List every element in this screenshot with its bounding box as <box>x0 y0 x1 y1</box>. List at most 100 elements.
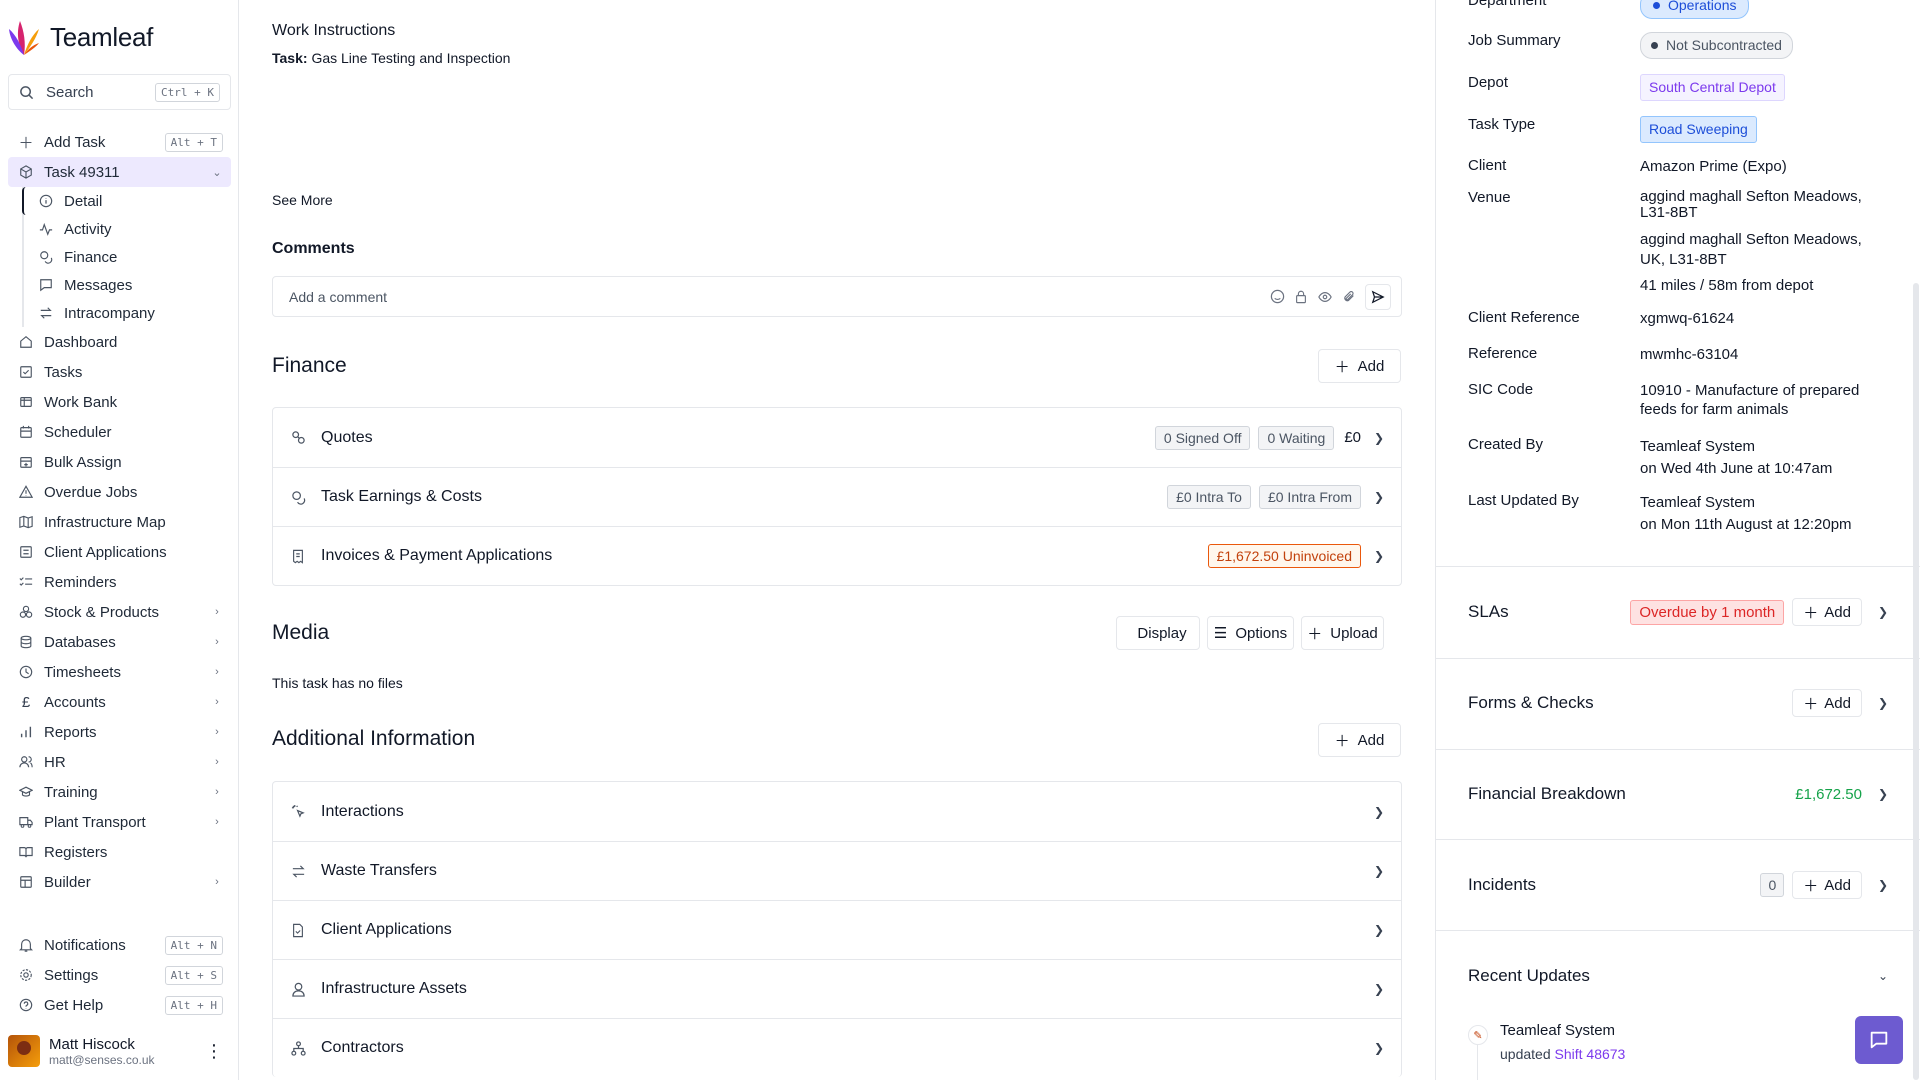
nav-scheduler[interactable]: Scheduler <box>8 417 231 447</box>
detail-last-updated-by: Last Updated By Teamleaf System on Mon 1… <box>1468 492 1852 533</box>
slas-section: SLAs Overdue by 1 month ＋ Add ❯ <box>1468 595 1888 629</box>
nav-intracompany[interactable]: Intracompany <box>24 299 231 327</box>
app-name: Teamleaf <box>50 21 154 52</box>
finance-title: Finance <box>272 354 347 377</box>
chevron-right-icon[interactable]: ❯ <box>1868 605 1888 619</box>
nav-client-applications[interactable]: Client Applications <box>8 537 231 567</box>
waiting-badge: 0 Waiting <box>1258 425 1335 450</box>
menu-icon: ☰ <box>1213 625 1228 642</box>
nav-stock-products[interactable]: Stock & Products › <box>8 597 231 627</box>
additional-add-button[interactable]: ＋ Add <box>1318 723 1401 757</box>
kebab-menu-icon[interactable]: ⋮ <box>205 1041 231 1062</box>
work-instructions-title: Work Instructions <box>272 22 396 39</box>
nav-detail[interactable]: Detail <box>22 187 231 215</box>
nav-task-49311[interactable]: Task 49311 ⌄ <box>8 157 231 187</box>
media-display-button[interactable]: Display <box>1116 616 1200 650</box>
detail-created-by: Created By Teamleaf System on Wed 4th Ju… <box>1468 436 1833 477</box>
send-button[interactable] <box>1365 283 1391 310</box>
detail-client-reference: Client Reference xgmwq-61624 <box>1468 309 1735 327</box>
comment-input[interactable]: Add a comment <box>272 276 1402 317</box>
bar-chart-icon <box>18 724 34 740</box>
additional-row-infrastructure-assets[interactable]: Infrastructure Assets ❯ <box>273 959 1401 1018</box>
search-shortcut: Ctrl + K <box>155 82 220 102</box>
nav-overdue-jobs[interactable]: Overdue Jobs <box>8 477 231 507</box>
search-label: Search <box>46 83 94 101</box>
nav-get-help[interactable]: Get Help Alt + H <box>8 990 231 1020</box>
plus-icon: ＋ <box>1803 877 1819 895</box>
nav-bulk-assign[interactable]: Bulk Assign <box>8 447 231 477</box>
search-input[interactable]: Search Ctrl + K <box>8 74 231 110</box>
media-upload-button[interactable]: ＋ Upload <box>1301 616 1384 650</box>
nav-builder[interactable]: Builder › <box>8 867 231 897</box>
chevron-right-icon[interactable]: ❯ <box>1868 787 1888 801</box>
chevron-right-icon: › <box>215 726 219 738</box>
incidents-add-button[interactable]: ＋ Add <box>1792 871 1862 899</box>
work-instructions-task: Task: Gas Line Testing and Inspection <box>272 50 511 66</box>
nav-reports[interactable]: Reports › <box>8 717 231 747</box>
nav-databases[interactable]: Databases › <box>8 627 231 657</box>
additional-info-title: Additional Information <box>272 727 476 750</box>
plus-icon: ＋ <box>1307 625 1323 643</box>
nav-messages[interactable]: Messages <box>24 271 231 299</box>
finance-add-button[interactable]: ＋ Add <box>1318 349 1401 383</box>
user-email: matt@senses.co.uk <box>49 1052 155 1067</box>
message-icon <box>38 277 54 293</box>
finance-row-earnings-costs[interactable]: Task Earnings & Costs £0 Intra To £0 Int… <box>273 467 1401 526</box>
nav-registers[interactable]: Registers <box>8 837 231 867</box>
chevron-down-icon[interactable]: ⌄ <box>1868 969 1888 983</box>
quotes-total: £0 <box>1344 429 1361 446</box>
chevron-right-icon: ❯ <box>1373 1041 1385 1055</box>
media-options-button[interactable]: ☰ Options <box>1207 616 1294 650</box>
timeline-line <box>1477 1045 1478 1080</box>
nav-accounts[interactable]: £ Accounts › <box>8 687 231 717</box>
sla-add-button[interactable]: ＋ Add <box>1792 598 1862 626</box>
nav-work-bank[interactable]: Work Bank <box>8 387 231 417</box>
detail-job-summary: Job Summary Not Subcontracted <box>1468 32 1888 59</box>
nav-finance[interactable]: Finance <box>24 243 231 271</box>
eye-icon[interactable] <box>1313 290 1337 304</box>
finance-card: Quotes 0 Signed Off 0 Waiting £0 ❯ Task … <box>272 407 1402 586</box>
brand[interactable]: Teamleaf <box>8 16 153 58</box>
emoji-icon[interactable] <box>1265 289 1289 304</box>
nav-timesheets[interactable]: Timesheets › <box>8 657 231 687</box>
update-action: updated Shift 48673 <box>1500 1046 1626 1062</box>
nav-notifications[interactable]: Notifications Alt + N <box>8 930 231 960</box>
financial-breakdown-section[interactable]: Financial Breakdown £1,672.50 ❯ <box>1468 777 1888 811</box>
nav-settings[interactable]: Settings Alt + S <box>8 960 231 990</box>
additional-row-interactions[interactable]: Interactions ❯ <box>273 782 1401 841</box>
additional-row-client-applications[interactable]: Client Applications ❯ <box>273 900 1401 959</box>
coins-icon <box>38 249 54 265</box>
paperclip-icon[interactable] <box>1337 289 1361 304</box>
nav-activity[interactable]: Activity <box>24 215 231 243</box>
chat-button[interactable] <box>1855 1016 1903 1064</box>
home-icon <box>18 334 34 350</box>
nav-plant-transport[interactable]: Plant Transport › <box>8 807 231 837</box>
see-more-link[interactable]: See More <box>272 192 333 208</box>
file-check-icon <box>289 923 307 938</box>
nav-infrastructure-map[interactable]: Infrastructure Map <box>8 507 231 537</box>
chevron-right-icon: › <box>215 786 219 798</box>
recent-updates-section[interactable]: Recent Updates ⌄ <box>1468 959 1888 993</box>
scrollbar[interactable] <box>1913 283 1919 1080</box>
add-task-button[interactable]: ＋ Add Task Alt + T <box>8 127 231 157</box>
additional-row-contractors[interactable]: Contractors ❯ <box>273 1018 1401 1077</box>
nav-training[interactable]: Training › <box>8 777 231 807</box>
finance-row-quotes[interactable]: Quotes 0 Signed Off 0 Waiting £0 ❯ <box>273 408 1401 467</box>
finance-row-invoices[interactable]: Invoices & Payment Applications £1,672.5… <box>273 526 1401 585</box>
forms-add-button[interactable]: ＋ Add <box>1792 689 1862 717</box>
network-icon <box>289 1040 307 1056</box>
chevron-right-icon[interactable]: ❯ <box>1868 696 1888 710</box>
comment-placeholder: Add a comment <box>289 288 388 305</box>
detail-department: Department Operations <box>1468 0 1888 19</box>
update-link[interactable]: Shift 48673 <box>1555 1046 1626 1062</box>
additional-row-waste-transfers[interactable]: Waste Transfers ❯ <box>273 841 1401 900</box>
nav-tasks[interactable]: Tasks <box>8 357 231 387</box>
nav-reminders[interactable]: Reminders <box>8 567 231 597</box>
chevron-right-icon[interactable]: ❯ <box>1868 878 1888 892</box>
user-profile[interactable]: Matt Hiscock matt@senses.co.uk ⋮ <box>8 1031 231 1071</box>
nav-dashboard[interactable]: Dashboard <box>8 327 231 357</box>
lock-icon[interactable] <box>1289 289 1313 304</box>
depot-badge[interactable]: South Central Depot <box>1640 74 1785 101</box>
nav-hr[interactable]: HR › <box>8 747 231 777</box>
layout-icon <box>18 874 34 890</box>
